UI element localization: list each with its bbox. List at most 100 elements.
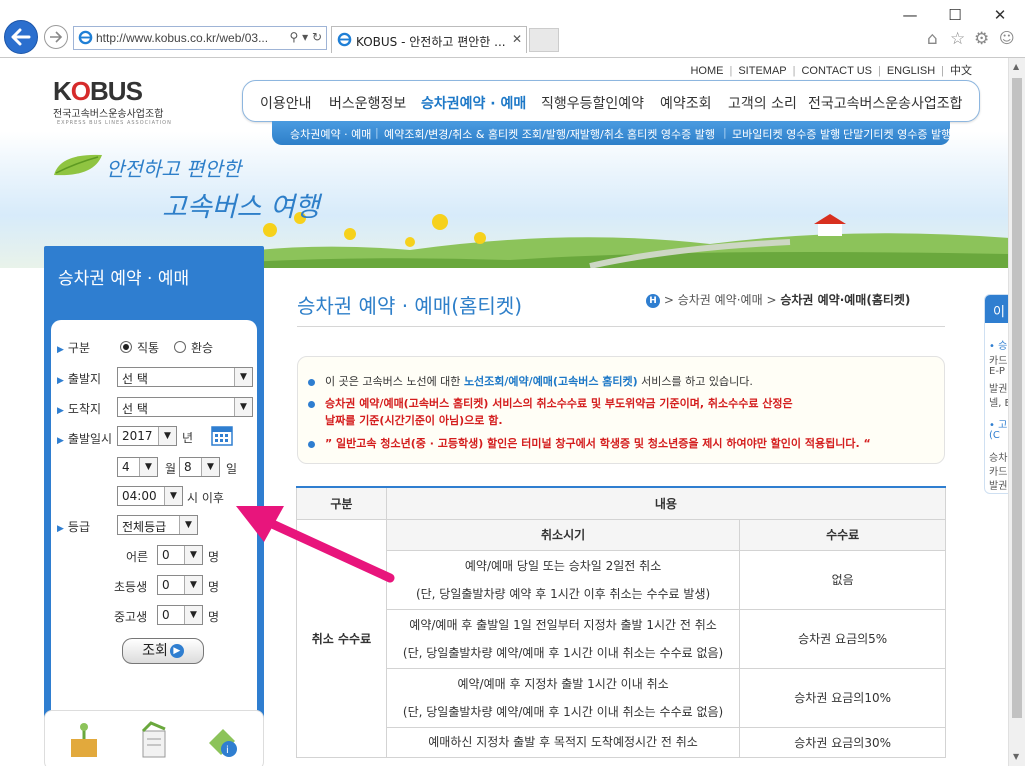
year-select-value: 2017 xyxy=(122,429,153,443)
origin-select-value: 선 택 xyxy=(122,372,148,386)
top-link-home[interactable]: HOME xyxy=(690,65,723,77)
type-option-transfer: 환승 xyxy=(191,341,214,355)
breadcrumb-item-1[interactable]: 승차권 예약·예매 xyxy=(678,293,763,307)
nav-item-express-discount[interactable]: 직행우등할인예약 xyxy=(541,93,644,113)
period-line-2: (단, 당일출발차량 예약/예매 후 1시간 이내 취소는 수수료 없음) xyxy=(402,704,724,719)
side-info-text: • 고 xyxy=(989,420,1008,431)
grade-label: ▶ 등급 xyxy=(57,520,91,534)
title-divider xyxy=(297,326,945,327)
svg-text:i: i xyxy=(226,745,229,756)
notice-line-1-post: 서비스를 하고 있습니다. xyxy=(637,375,753,388)
tab-close-icon[interactable]: ✕ xyxy=(512,32,522,46)
bullet-icon xyxy=(308,440,315,448)
type-radio-transfer[interactable] xyxy=(174,341,186,353)
nav-item-reservation[interactable]: 승차권예약 · 예매 xyxy=(421,93,526,113)
side-info-text: • 승 xyxy=(989,341,1008,352)
forward-button[interactable] xyxy=(44,25,68,49)
period-line-1: 예매하신 지정차 출발 후 목적지 도착예정시간 전 취소 xyxy=(428,735,698,749)
browser-tab[interactable]: KOBUS - 안전하고 편안한 ... ✕ xyxy=(331,26,527,53)
home-icon[interactable]: ⌂ xyxy=(927,29,938,49)
notice-line-1-pre: 이 곳은 고속버스 노선에 대한 xyxy=(325,375,464,388)
subnav-separator: | xyxy=(375,126,379,139)
ticket-box-icon[interactable] xyxy=(67,721,101,761)
top-link-english[interactable]: ENGLISH xyxy=(887,65,935,77)
period-cell: 예매하신 지정차 출발 후 목적지 도착예정시간 전 취소 xyxy=(385,726,741,758)
nav-item-lookup[interactable]: 예약조회 xyxy=(660,93,712,113)
scrollbar-thumb[interactable] xyxy=(1012,78,1022,718)
period-cell: 예약/예매 후 지정차 출발 1시간 이내 취소 (단, 당일출발차량 예약/예매… xyxy=(385,667,741,728)
notice-line-3: ” 일반고속 청소년(중 · 고등학생) 할인은 터미널 창구에서 학생증 및 … xyxy=(308,435,871,451)
top-link-sitemap[interactable]: SITEMAP xyxy=(738,65,786,77)
chevron-down-icon: ▼ xyxy=(184,576,202,594)
nav-item-customer-voice[interactable]: 고객의 소리 xyxy=(728,93,797,113)
type-radio-direct[interactable] xyxy=(120,341,132,353)
day-select[interactable]: 8 ▼ xyxy=(179,457,220,477)
info-tag-icon[interactable]: i xyxy=(205,725,239,761)
favorites-star-icon[interactable]: ☆ xyxy=(950,29,965,49)
close-window-icon[interactable]: ✕ xyxy=(989,4,1011,26)
month-select[interactable]: 4 ▼ xyxy=(117,457,158,477)
destination-select[interactable]: 선 택 ▼ xyxy=(117,397,253,417)
top-link-chinese[interactable]: 中文 xyxy=(950,65,972,77)
nav-item-association[interactable]: 전국고속버스운송사업조합 xyxy=(808,93,963,113)
time-select-value: 04:00 xyxy=(122,489,157,503)
document-icon[interactable] xyxy=(137,721,171,761)
cancellation-fee-table: 구분 내용 취소 수수료 취소시기 수수료 예약/예매 당일 또는 승차일 2일… xyxy=(296,486,947,758)
passenger-adult-select[interactable]: 0 ▼ xyxy=(157,545,203,565)
time-select[interactable]: 04:00 ▼ xyxy=(117,486,183,506)
table-row: 예약/예매 후 출발일 1일 전일부터 지정차 출발 1시간 전 취소 (단, 당… xyxy=(297,608,946,669)
smiley-icon[interactable]: ☺ xyxy=(999,29,1015,47)
day-select-value: 8 xyxy=(184,460,192,474)
logo-bus: BUS xyxy=(90,76,143,106)
depart-date-label: ▶ 출발일시 xyxy=(57,432,113,446)
side-info-box[interactable]: 이 • 승 카드 E-P 발권 넬, E • 고 (C 승차 카드 발권 xyxy=(984,294,1008,494)
breadcrumb: H > 승차권 예약·예매 > 승차권 예약·예매(홈티켓) xyxy=(646,291,910,308)
passenger-middle-high-label: 중고생 xyxy=(114,610,148,624)
year-select[interactable]: 2017 ▼ xyxy=(117,426,177,446)
subnav-item-terminal-receipt[interactable]: 단말기티켓 영수증 발행 xyxy=(843,126,951,142)
grade-select[interactable]: 전체등급 ▼ xyxy=(117,515,198,535)
ie-icon xyxy=(78,30,93,45)
back-button[interactable] xyxy=(4,20,38,54)
slogan-line-2: 고속버스 여행 xyxy=(162,192,320,223)
nav-item-bus-info[interactable]: 버스운행정보 xyxy=(329,93,406,113)
address-tools[interactable]: ⚲ ▾ ↻ xyxy=(290,30,323,44)
subnav-separator: | xyxy=(723,126,727,139)
side-info-text: 발권 xyxy=(989,481,1008,492)
fee-cell: 승차권 요금의30% xyxy=(739,726,946,758)
logo-wordmark: KOBUS xyxy=(53,76,172,107)
chevron-down-icon: ▼ xyxy=(139,458,157,476)
passenger-adult-value: 0 xyxy=(162,548,170,562)
forward-arrow-icon xyxy=(50,31,63,43)
day-unit: 일 xyxy=(226,462,238,476)
maximize-icon[interactable]: ☐ xyxy=(944,4,966,26)
subnav-item-mobile-receipt[interactable]: 모바일티켓 영수증 발행 xyxy=(732,126,840,142)
search-button[interactable]: 조회 ▶ xyxy=(122,638,204,664)
period-line-1: 예약/예매 후 출발일 1일 전일부터 지정차 출발 1시간 전 취소 xyxy=(409,617,717,632)
origin-select[interactable]: 선 택 ▼ xyxy=(117,367,253,387)
th-period: 취소시기 xyxy=(385,518,741,551)
subnav-item-lookup-change[interactable]: 예약조회/변경/취소 & 홈티켓 조회/발행/재발행/취소 xyxy=(384,126,624,142)
settings-gear-icon[interactable]: ⚙ xyxy=(974,29,989,49)
booking-panel-title: 승차권 예약 · 예매 xyxy=(58,269,190,289)
new-tab-button[interactable] xyxy=(529,28,559,52)
kobus-logo[interactable]: KOBUS 전국고속버스운송사업조합 EXPRESS BUS LINES ASS… xyxy=(53,76,172,126)
leaf-icon xyxy=(54,154,102,176)
subnav-item-reservation[interactable]: 승차권예약 · 예매 xyxy=(290,126,371,142)
vertical-scrollbar[interactable]: ▲ ▼ xyxy=(1008,58,1025,766)
home-icon[interactable]: H xyxy=(646,293,660,308)
top-link-contact[interactable]: CONTACT US xyxy=(801,65,872,77)
calendar-icon[interactable] xyxy=(211,424,233,446)
scroll-up-icon[interactable]: ▲ xyxy=(1013,62,1019,71)
passenger-middle-high-select[interactable]: 0 ▼ xyxy=(157,605,203,625)
type-label-text: 구분 xyxy=(67,341,91,355)
scroll-down-icon[interactable]: ▼ xyxy=(1013,752,1019,761)
chevron-down-icon: ▼ xyxy=(158,427,176,445)
nav-item-guide[interactable]: 이용안내 xyxy=(260,93,312,113)
chevron-down-icon: ▼ xyxy=(184,606,202,624)
minimize-icon[interactable]: — xyxy=(899,4,921,26)
passenger-elementary-select[interactable]: 0 ▼ xyxy=(157,575,203,595)
year-unit: 년 xyxy=(182,431,194,445)
subnav-item-hometicket-receipt[interactable]: 홈티켓 영수증 발행 xyxy=(627,126,715,142)
address-bar[interactable]: http://www.kobus.co.kr/web/03... ⚲ ▾ ↻ xyxy=(73,26,327,50)
